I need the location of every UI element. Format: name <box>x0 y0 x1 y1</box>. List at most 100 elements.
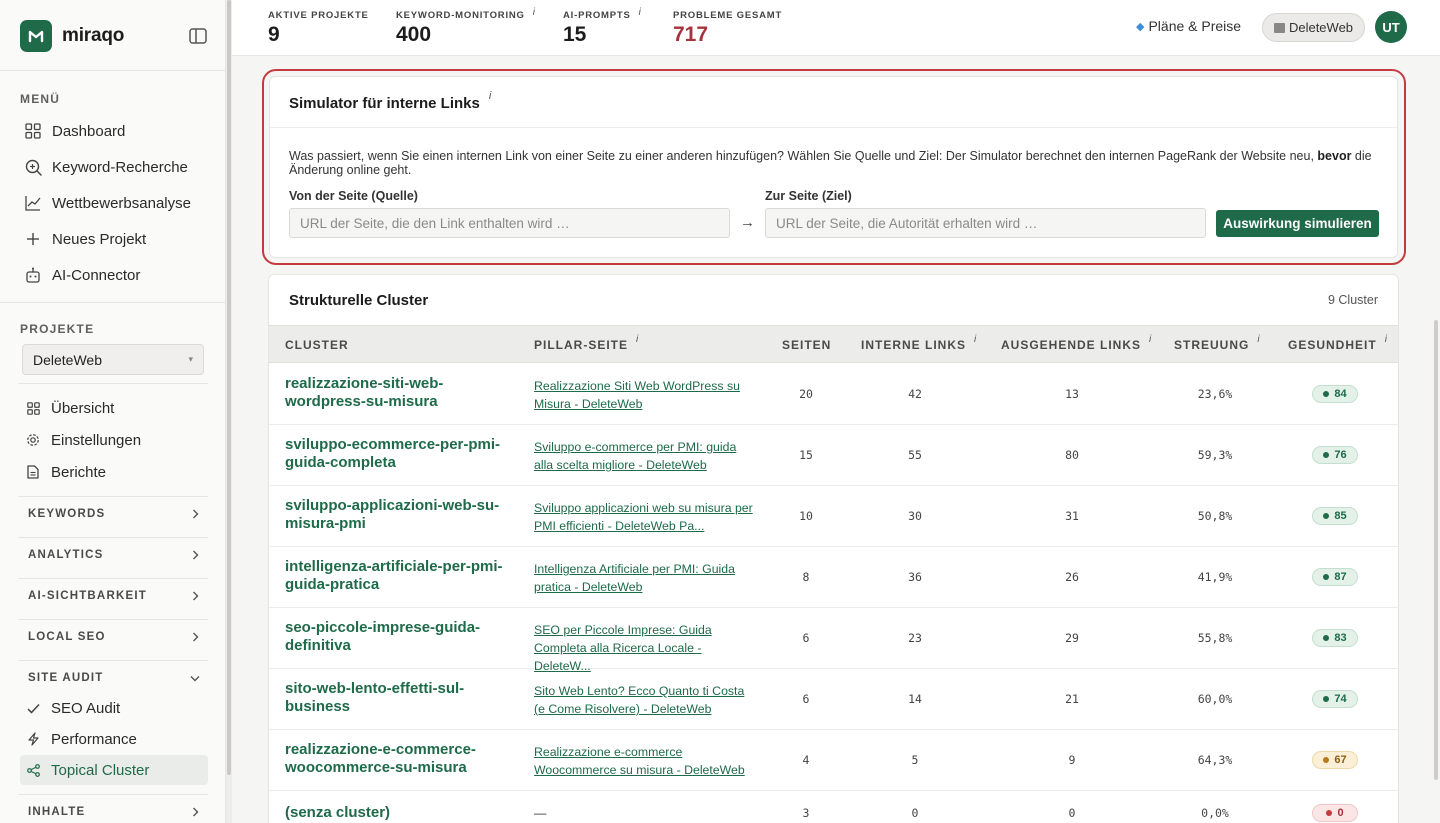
info-icon[interactable]: i <box>489 90 491 102</box>
table-row[interactable]: realizzazione-e-commerce-woocommerce-su-… <box>269 730 1398 791</box>
check-icon <box>26 701 40 715</box>
info-icon[interactable]: i <box>636 334 638 345</box>
health-value: 84 <box>1334 388 1347 400</box>
bolt-icon <box>26 732 40 746</box>
nav-dashboard[interactable]: Dashboard <box>20 117 208 145</box>
source-url-input[interactable] <box>289 208 730 238</box>
sidebar-toggle-icon[interactable] <box>188 26 208 46</box>
table-row[interactable]: seo-piccole-imprese-guida-definitiva SEO… <box>269 608 1398 673</box>
pages-value: 20 <box>799 387 813 401</box>
search-icon <box>24 158 42 176</box>
section-ai-visibility[interactable]: AI-SICHTBARKEIT <box>18 581 208 611</box>
info-icon[interactable]: i <box>1149 334 1151 345</box>
spread-value: 64,3% <box>1197 753 1233 767</box>
table-row[interactable]: intelligenza-artificiale-per-pmi-guida-p… <box>269 547 1398 608</box>
info-icon[interactable]: i <box>639 7 642 18</box>
outgoing-links-value: 29 <box>1065 631 1079 645</box>
col-internal-links[interactable]: INTERNE LINKS i <box>861 334 976 352</box>
table-row[interactable]: sviluppo-applicazioni-web-su-misura-pmi … <box>269 486 1398 547</box>
pillar-link[interactable]: Realizzazione Siti Web WordPress su Misu… <box>534 377 756 413</box>
cluster-name[interactable]: sito-web-lento-effetti-sul-business <box>285 680 510 716</box>
info-icon[interactable]: i <box>1385 334 1387 345</box>
section-local-seo[interactable]: LOCAL SEO <box>18 622 208 652</box>
pillar-link[interactable]: SEO per Piccole Imprese: Guida Completa … <box>534 621 756 675</box>
workspace-button[interactable]: DeleteWeb <box>1262 13 1365 42</box>
cluster-name[interactable]: realizzazione-e-commerce-woocommerce-su-… <box>285 741 510 777</box>
info-icon[interactable]: i <box>974 334 976 345</box>
plans-pricing-link[interactable]: ◆ Pläne & Preise <box>1136 18 1241 34</box>
pillar-link[interactable]: Sito Web Lento? Ecco Quanto ti Costa (e … <box>534 682 756 718</box>
nav-new-project[interactable]: Neues Projekt <box>20 225 208 253</box>
health-value: 67 <box>1334 754 1347 766</box>
section-label: LOCAL SEO <box>28 631 106 643</box>
nav-topical-cluster[interactable]: Topical Cluster <box>20 755 208 785</box>
col-spread[interactable]: STREUUNG i <box>1174 334 1260 352</box>
section-keywords[interactable]: KEYWORDS <box>18 499 208 529</box>
nav-seo-audit[interactable]: SEO Audit <box>20 694 208 722</box>
avatar[interactable]: UT <box>1375 11 1407 43</box>
cluster-name[interactable]: intelligenza-artificiale-per-pmi-guida-p… <box>285 558 510 594</box>
nav-overview[interactable]: Übersicht <box>20 394 208 422</box>
outgoing-links-value: 9 <box>1068 753 1076 767</box>
cluster-name[interactable]: sviluppo-applicazioni-web-su-misura-pmi <box>285 497 510 533</box>
nav-label: Wettbewerbsanalyse <box>52 194 191 212</box>
section-site-audit[interactable]: SITE AUDIT <box>18 663 208 693</box>
pages-value: 8 <box>802 570 810 584</box>
stat-label: KEYWORD-MONITORING i <box>396 7 536 21</box>
simulator-description: Was passiert, wenn Sie einen internen Li… <box>289 149 1379 177</box>
sidebar-scrollbar[interactable] <box>226 0 232 823</box>
nav-ai-connector[interactable]: AI-Connector <box>20 261 208 289</box>
document-icon <box>26 465 40 479</box>
main-scrollbar[interactable] <box>1434 320 1438 780</box>
cluster-name[interactable]: sviluppo-ecommerce-per-pmi-guida-complet… <box>285 436 510 472</box>
cluster-count: 9 Cluster <box>1327 293 1378 307</box>
health-value: 85 <box>1334 510 1347 522</box>
pages-value: 10 <box>799 509 813 523</box>
table-row[interactable]: sito-web-lento-effetti-sul-business Sito… <box>269 669 1398 730</box>
nav-settings[interactable]: Einstellungen <box>20 426 208 454</box>
col-label: INTERNE LINKS <box>861 338 967 352</box>
divider <box>18 496 208 497</box>
simulator-title-text: Simulator für interne Links <box>289 95 480 112</box>
project-select-value: DeleteWeb <box>33 351 103 368</box>
status-dot <box>1323 391 1330 397</box>
col-cluster[interactable]: CLUSTER <box>285 338 349 352</box>
table-row[interactable]: (senza cluster) — 3 0 0 0,0% 0 <box>269 791 1398 823</box>
cluster-name[interactable]: (senza cluster) <box>285 804 510 822</box>
nav-performance[interactable]: Performance <box>20 725 208 753</box>
miraqo-logo-icon <box>20 20 52 52</box>
table-row[interactable]: realizzazione-siti-web-wordpress-su-misu… <box>269 364 1398 425</box>
pillar-empty: — <box>534 806 547 820</box>
project-select[interactable]: DeleteWeb ▾ <box>22 344 204 375</box>
col-pages[interactable]: SEITEN <box>782 338 831 352</box>
info-icon[interactable]: i <box>1257 334 1259 345</box>
pillar-link[interactable]: Sviluppo e-commerce per PMI: guida alla … <box>534 438 756 474</box>
nav-keyword-research[interactable]: Keyword-Recherche <box>20 153 208 181</box>
nav-competitor-analysis[interactable]: Wettbewerbsanalyse <box>20 189 208 217</box>
status-dot <box>1326 810 1333 816</box>
pages-value: 6 <box>802 692 810 706</box>
nav-reports[interactable]: Berichte <box>20 458 208 486</box>
pillar-link[interactable]: Realizzazione e-commerce Woocommerce su … <box>534 743 756 779</box>
cluster-name[interactable]: seo-piccole-imprese-guida-definitiva <box>285 619 510 655</box>
nav-label: AI-Connector <box>52 266 141 284</box>
cluster-name[interactable]: realizzazione-siti-web-wordpress-su-misu… <box>285 375 510 411</box>
chevron-down-icon <box>190 673 200 683</box>
col-outgoing-links[interactable]: AUSGEHENDE LINKS i <box>1001 334 1151 352</box>
pillar-link[interactable]: Intelligenza Artificiale per PMI: Guida … <box>534 560 756 596</box>
table-row[interactable]: sviluppo-ecommerce-per-pmi-guida-complet… <box>269 425 1398 486</box>
divider <box>0 70 226 71</box>
section-content[interactable]: INHALTE <box>18 797 208 823</box>
section-label: AI-SICHTBARKEIT <box>28 590 147 602</box>
simulate-button[interactable]: Auswirkung simulieren <box>1216 210 1379 237</box>
info-icon[interactable]: i <box>533 7 536 18</box>
col-health[interactable]: GESUNDHEIT i <box>1288 334 1387 352</box>
pillar-link[interactable]: Sviluppo applicazioni web su misura per … <box>534 499 756 535</box>
section-analytics[interactable]: ANALYTICS <box>18 540 208 570</box>
stat-label: PROBLEME GESAMT <box>673 10 782 21</box>
section-label: KEYWORDS <box>28 508 106 520</box>
target-url-input[interactable] <box>765 208 1206 238</box>
col-pillar[interactable]: PILLAR-SEITE i <box>534 334 638 352</box>
scrollbar-thumb[interactable] <box>227 0 231 775</box>
brand[interactable]: miraqo <box>20 20 124 52</box>
